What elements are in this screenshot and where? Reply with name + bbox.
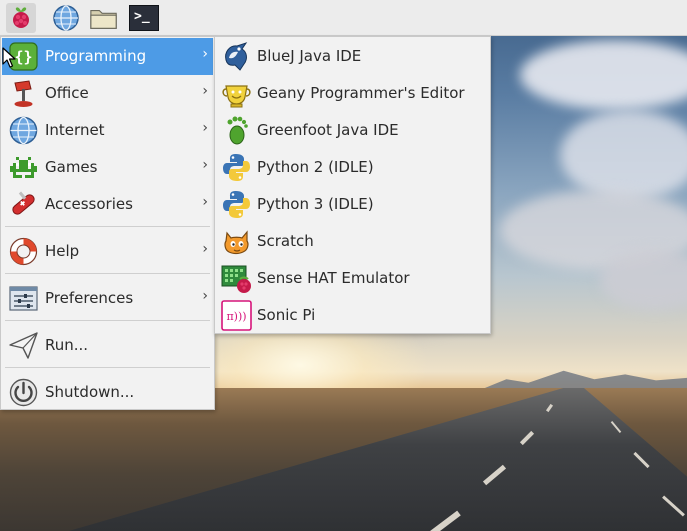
python-icon (220, 188, 253, 221)
menu-item-label: Shutdown... (45, 383, 135, 401)
submenu-item-sense-hat[interactable]: Sense HAT Emulator (216, 260, 489, 297)
terminal-button[interactable]: >_ (129, 3, 159, 33)
python-icon (220, 151, 253, 184)
cloud (560, 110, 687, 200)
chevron-right-icon: › (202, 241, 208, 257)
submenu-item-label: Sonic Pi (257, 306, 316, 324)
programming-submenu: BlueJ Java IDE Geany Programmer's Editor (214, 36, 491, 334)
main-menu: {} Programming › Office › Internet › Gam… (0, 36, 215, 410)
menu-item-label: Accessories (45, 195, 133, 213)
menu-item-office[interactable]: Office › (2, 75, 213, 112)
sonic-pi-icon: π))) (220, 299, 253, 332)
menu-item-label: Help (45, 242, 80, 260)
menu-separator (5, 320, 210, 321)
games-icon (7, 151, 40, 184)
menu-item-preferences[interactable]: Preferences › (2, 280, 213, 317)
submenu-item-label: Scratch (257, 232, 314, 250)
menu-separator (5, 273, 210, 274)
top-panel: >_ (0, 0, 687, 36)
menu-separator (5, 367, 210, 368)
submenu-item-label: Geany Programmer's Editor (257, 84, 465, 102)
shutdown-icon (7, 376, 40, 409)
mountains (480, 370, 687, 390)
menu-item-help[interactable]: Help › (2, 233, 213, 270)
submenu-item-bluej[interactable]: BlueJ Java IDE (216, 38, 489, 75)
web-browser-button[interactable] (51, 3, 81, 33)
menu-item-label: Programming (45, 47, 147, 65)
geany-icon (220, 77, 253, 110)
internet-icon (7, 114, 40, 147)
submenu-item-sonic-pi[interactable]: π))) Sonic Pi (216, 297, 489, 334)
greenfoot-icon (220, 114, 253, 147)
chevron-right-icon: › (202, 46, 208, 62)
chevron-right-icon: › (202, 83, 208, 99)
sense-hat-icon (220, 262, 253, 295)
submenu-item-scratch[interactable]: Scratch (216, 223, 489, 260)
menu-item-label: Internet (45, 121, 105, 139)
submenu-item-greenfoot[interactable]: Greenfoot Java IDE (216, 112, 489, 149)
svg-text:π))): π))) (226, 310, 246, 323)
submenu-item-label: Greenfoot Java IDE (257, 121, 399, 139)
raspberry-menu-button[interactable] (6, 3, 36, 33)
scratch-icon (220, 225, 253, 258)
run-icon (7, 329, 40, 362)
help-icon (7, 235, 40, 268)
menu-separator (5, 226, 210, 227)
svg-text:{}: {} (14, 48, 32, 66)
submenu-item-python3[interactable]: Python 3 (IDLE) (216, 186, 489, 223)
terminal-icon: >_ (129, 5, 159, 31)
submenu-item-label: Python 3 (IDLE) (257, 195, 374, 213)
cloud (600, 250, 687, 310)
menu-item-label: Office (45, 84, 89, 102)
chevron-right-icon: › (202, 120, 208, 136)
raspberry-icon (13, 7, 29, 28)
submenu-item-label: Sense HAT Emulator (257, 269, 410, 287)
globe-icon (53, 5, 79, 31)
preferences-icon (7, 282, 40, 315)
chevron-right-icon: › (202, 194, 208, 210)
menu-item-run[interactable]: Run... (2, 327, 213, 364)
menu-item-programming[interactable]: {} Programming › (2, 38, 213, 75)
menu-item-accessories[interactable]: Accessories › (2, 186, 213, 223)
menu-item-shutdown[interactable]: Shutdown... (2, 374, 213, 411)
menu-item-label: Games (45, 158, 98, 176)
accessories-icon (7, 188, 40, 221)
menu-item-label: Run... (45, 336, 89, 354)
folder-icon (90, 9, 117, 29)
submenu-item-geany[interactable]: Geany Programmer's Editor (216, 75, 489, 112)
menu-item-games[interactable]: Games › (2, 149, 213, 186)
terminal-prompt: >_ (134, 9, 150, 24)
office-icon (7, 77, 40, 110)
chevron-right-icon: › (202, 288, 208, 304)
cloud (520, 40, 687, 110)
menu-item-internet[interactable]: Internet › (2, 112, 213, 149)
file-manager-button[interactable] (89, 3, 119, 33)
submenu-item-python2[interactable]: Python 2 (IDLE) (216, 149, 489, 186)
menu-item-label: Preferences (45, 289, 134, 307)
submenu-item-label: Python 2 (IDLE) (257, 158, 374, 176)
bluej-icon (220, 40, 253, 73)
mouse-pointer-icon (2, 47, 16, 68)
submenu-item-label: BlueJ Java IDE (257, 47, 362, 65)
chevron-right-icon: › (202, 157, 208, 173)
